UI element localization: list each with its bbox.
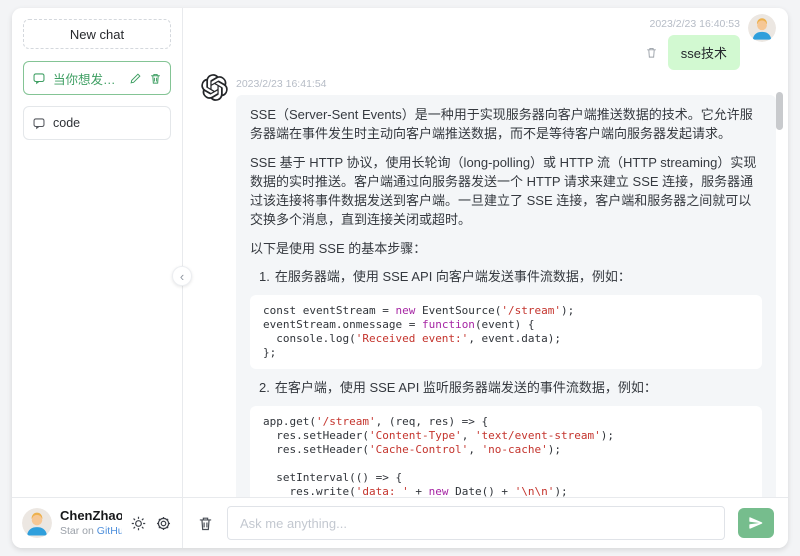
message-paragraph: 以下是使用 SSE 的基本步骤：: [250, 241, 427, 256]
clear-chat-trash-icon[interactable]: [197, 515, 214, 532]
assistant-message-body: 2023/2/23 16:41:54 SSE（Server-Sent Event…: [236, 74, 776, 497]
main-area: 2023/2/23 16:40:53 sse技术 2023/2/23 16:41…: [183, 8, 788, 548]
edit-icon[interactable]: [129, 72, 142, 85]
message-input[interactable]: [227, 506, 725, 540]
sidebar-top: New chat: [12, 8, 182, 49]
sidebar-footer: ChenZhaoYu Star on GitHub: [12, 497, 182, 548]
user-avatar: [748, 14, 776, 42]
list-item: 2. 在客户端，使用 SSE API 监听服务器端发送的事件流数据，例如：: [259, 380, 657, 395]
settings-gear-icon[interactable]: [155, 515, 172, 532]
scrollbar-thumb[interactable]: [776, 92, 783, 130]
chevron-left-icon: ‹: [179, 268, 185, 284]
code-block: const eventStream = new EventSource('/st…: [250, 295, 762, 369]
assistant-message-timestamp: 2023/2/23 16:41:54: [236, 78, 327, 90]
user-meta: ChenZhaoYu Star on GitHub: [60, 508, 122, 537]
sidebar-collapse-button[interactable]: ‹: [172, 266, 192, 286]
sidebar: New chat 当你想发送一张照... code: [12, 8, 183, 548]
send-icon: [749, 517, 763, 529]
chat-bubble-icon: [33, 73, 45, 85]
username: ChenZhaoYu: [60, 508, 122, 524]
user-bubble: sse技术: [667, 35, 740, 70]
conversation-title: code: [53, 116, 81, 130]
conversation-title: 当你想发送一张照...: [53, 72, 122, 87]
chat-area: 2023/2/23 16:40:53 sse技术 2023/2/23 16:41…: [183, 8, 788, 497]
user-subtitle: Star on GitHub: [60, 525, 122, 538]
user-message-row: sse技术: [645, 35, 740, 70]
assistant-message: 2023/2/23 16:41:54 SSE（Server-Sent Event…: [201, 74, 776, 497]
assistant-bubble: SSE（Server-Sent Events）是一种用于实现服务器向客户端推送数…: [236, 95, 776, 497]
conversation-item-active[interactable]: 当你想发送一张照...: [23, 61, 171, 95]
composer-bar: [183, 497, 788, 548]
trash-icon[interactable]: [149, 72, 162, 85]
message-paragraph: SSE（Server-Sent Events）是一种用于实现服务器向客户端推送数…: [250, 107, 753, 141]
user-avatar: [22, 508, 52, 538]
send-button[interactable]: [738, 508, 774, 538]
user-message-timestamp: 2023/2/23 16:40:53: [649, 18, 740, 30]
conversation-list: 当你想发送一张照... code: [12, 49, 182, 497]
app-window: New chat 当你想发送一张照... code: [12, 8, 788, 548]
new-chat-button[interactable]: New chat: [23, 19, 171, 49]
theme-icon[interactable]: [130, 515, 147, 532]
github-link[interactable]: GitHub: [97, 525, 122, 537]
page: New chat 当你想发送一张照... code: [0, 0, 800, 556]
chat-bubble-icon: [33, 118, 45, 130]
star-on-text: Star on: [60, 524, 94, 537]
conversation-item[interactable]: code: [23, 106, 171, 140]
delete-message-icon[interactable]: [645, 46, 658, 59]
code-block: app.get('/stream', (req, res) => { res.s…: [250, 406, 762, 497]
user-message: 2023/2/23 16:40:53 sse技术: [201, 14, 776, 70]
list-item: 1. 在服务器端，使用 SSE API 向客户端发送事件流数据，例如：: [259, 269, 631, 284]
user-message-body: 2023/2/23 16:40:53 sse技术: [645, 14, 740, 70]
message-paragraph: SSE 基于 HTTP 协议，使用长轮询（long-polling）或 HTTP…: [250, 155, 757, 227]
openai-logo: [201, 74, 228, 101]
